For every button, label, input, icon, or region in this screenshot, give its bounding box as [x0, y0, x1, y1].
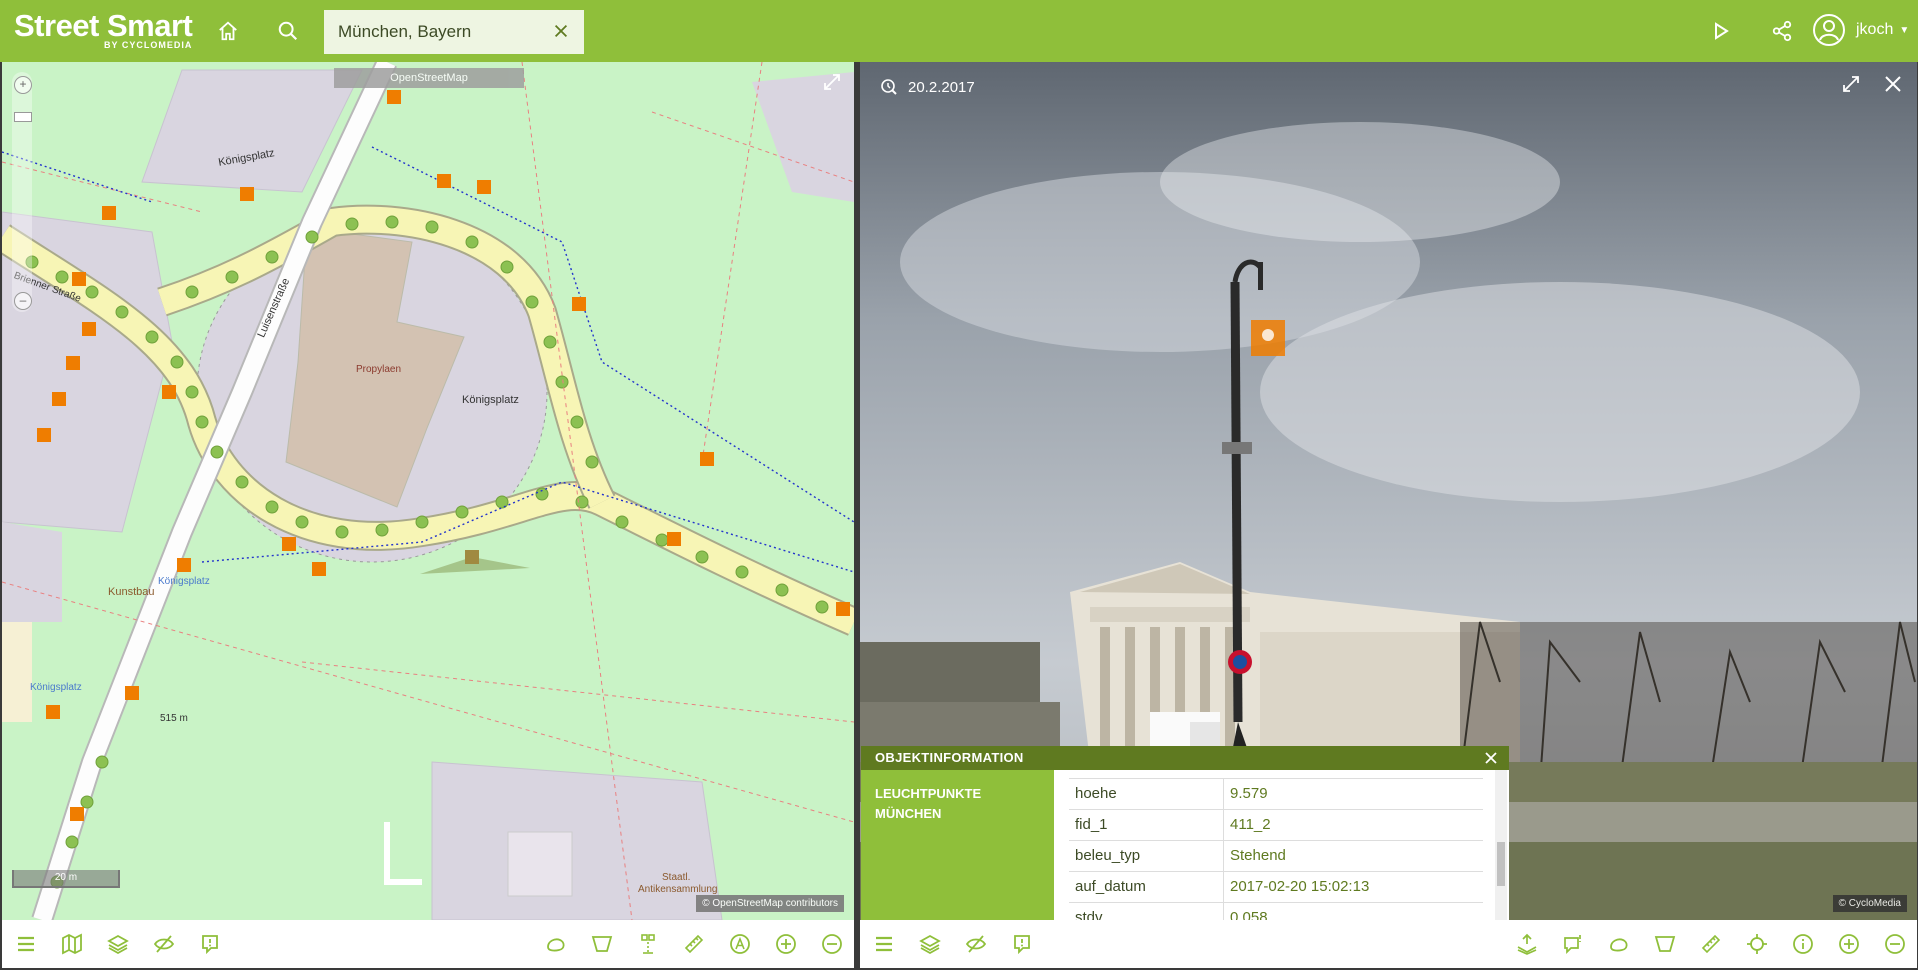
expand-map-icon[interactable] [822, 72, 842, 92]
search-icon[interactable] [272, 15, 304, 47]
attribute-key: hoehe [1069, 779, 1224, 809]
ruler-icon[interactable] [676, 926, 712, 962]
menu-icon[interactable] [866, 926, 902, 962]
map-canvas[interactable] [2, 62, 854, 920]
label-staatl: Staatl. [662, 872, 691, 883]
zoom-out-icon[interactable] [1877, 926, 1913, 962]
user-menu[interactable]: jkoch ▼ [1812, 13, 1909, 47]
clear-search-icon[interactable] [552, 22, 572, 42]
map-panel[interactable]: Königsplatz Königsplatz Propylaen Luisen… [2, 62, 854, 920]
table-row: hoehe 9.579 [1069, 779, 1483, 810]
visibility-off-icon[interactable] [958, 926, 994, 962]
table-row: auf_datum 2017-02-20 15:02:13 [1069, 872, 1483, 903]
scrollbar-thumb[interactable] [1497, 842, 1505, 886]
layer-label: OpenStreetMap [334, 68, 524, 88]
object-info-header: OBJEKTINFORMATION [861, 746, 1509, 770]
layers-icon[interactable] [912, 926, 948, 962]
map-attribution[interactable]: © OpenStreetMap contributors [696, 895, 844, 912]
object-info-title: OBJEKTINFORMATION [875, 750, 1024, 765]
play-icon[interactable] [1705, 15, 1737, 47]
close-panorama-icon[interactable] [1883, 74, 1903, 94]
label-koenigsplatz-stop: Königsplatz [158, 576, 210, 587]
area-measure-icon[interactable] [538, 926, 574, 962]
ruler-icon[interactable] [1693, 926, 1729, 962]
search-input[interactable] [336, 21, 552, 43]
attribute-key: stdv [1069, 903, 1224, 920]
history-icon[interactable] [880, 78, 898, 96]
zoom-out-icon[interactable] [814, 926, 850, 962]
height-measure-icon[interactable] [630, 926, 666, 962]
attribute-value: 2017-02-20 15:02:13 [1230, 878, 1370, 895]
table-row: fid_1 411_2 [1069, 810, 1483, 841]
table-row: stdv 0.058 [1069, 903, 1483, 920]
top-bar: Street Smart BY CYCLOMEDIA jkoch ▼ [0, 0, 1918, 62]
object-info-scrollbar[interactable] [1495, 770, 1507, 920]
label-kunstbau: Kunstbau [108, 586, 155, 598]
upload-layer-icon[interactable] [1509, 926, 1545, 962]
logo: Street Smart BY CYCLOMEDIA [14, 8, 193, 51]
close-object-info-icon[interactable] [1481, 748, 1501, 768]
attribute-value: 411_2 [1230, 816, 1271, 833]
zoom-in-icon[interactable]: + [14, 76, 32, 94]
attribute-key: fid_1 [1069, 810, 1224, 840]
object-layer-name: LEUCHTPUNKTE MÜNCHEN [861, 770, 1054, 920]
capture-date-text: 20.2.2017 [908, 78, 975, 96]
comment-icon[interactable] [1555, 926, 1591, 962]
scale-bar: 20 m [12, 870, 120, 888]
avatar-icon [1812, 13, 1846, 47]
expand-panorama-icon[interactable] [1841, 74, 1861, 94]
attribute-value: Stehend [1230, 847, 1286, 864]
zoom-in-icon[interactable] [1831, 926, 1867, 962]
label-height: 515 m [160, 713, 188, 724]
home-icon[interactable] [212, 15, 244, 47]
polygon-icon[interactable] [584, 926, 620, 962]
user-name: jkoch [1856, 21, 1894, 38]
area-measure-icon[interactable] [1601, 926, 1637, 962]
object-attribute-table: hoehe 9.579 fid_1 411_2 beleu_typ Stehen… [1069, 770, 1483, 920]
zoom-in-icon[interactable] [768, 926, 804, 962]
logo-title: Street Smart [14, 8, 193, 43]
label-propylaeen: Propylaen [356, 364, 402, 375]
layers-icon[interactable] [100, 926, 136, 962]
attribute-key: beleu_typ [1069, 841, 1224, 871]
share-icon[interactable] [1766, 15, 1798, 47]
attribute-value: 0.058 [1230, 909, 1268, 920]
capture-date: 20.2.2017 [880, 78, 975, 96]
annotation-icon[interactable] [722, 926, 758, 962]
map-toolbar [2, 920, 854, 968]
report-icon[interactable] [1004, 926, 1040, 962]
panorama-attribution[interactable]: © CycloMedia [1832, 895, 1907, 912]
map-icon[interactable] [54, 926, 90, 962]
table-row: beleu_typ Stehend [1069, 841, 1483, 872]
chevron-down-icon: ▼ [1899, 24, 1910, 36]
polygon-icon[interactable] [1647, 926, 1683, 962]
panorama-toolbar [860, 920, 1917, 968]
search-box[interactable] [324, 10, 584, 54]
menu-icon[interactable] [8, 926, 44, 962]
attribute-key: auf_datum [1069, 872, 1224, 902]
attribute-value: 9.579 [1230, 785, 1268, 802]
object-info-panel: OBJEKTINFORMATION LEUCHTPUNKTE MÜNCHEN h… [861, 746, 1509, 920]
zoom-slider[interactable]: + – [12, 72, 32, 312]
label-antiken: Antikensammlung [638, 884, 718, 895]
label-koenigsplatz-bike: Königsplatz [30, 682, 82, 693]
crosshair-icon[interactable] [1739, 926, 1775, 962]
report-icon[interactable] [192, 926, 228, 962]
info-icon[interactable] [1785, 926, 1821, 962]
zoom-out-icon[interactable]: – [14, 292, 32, 310]
zoom-slider-handle[interactable] [14, 112, 32, 122]
label-koenigsplatz-2: Königsplatz [462, 394, 519, 406]
visibility-off-icon[interactable] [146, 926, 182, 962]
